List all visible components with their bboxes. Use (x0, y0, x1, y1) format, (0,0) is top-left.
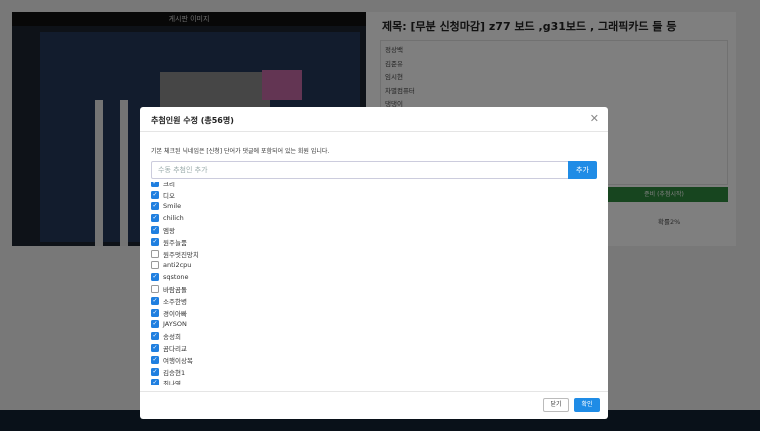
checkbox-checked[interactable]: ✓ (151, 190, 159, 199)
candidate-name: sqstone (163, 273, 189, 282)
modal-description: 기본 체크된 닉네임은 [신청] 단어가 댓글에 포함되어 있는 회원 입니다. (151, 148, 330, 155)
manual-add-input[interactable] (151, 161, 569, 179)
candidate-name: chilich (163, 214, 184, 223)
candidate-row[interactable]: ✓ 여행이상복 (151, 354, 597, 366)
modal-footer: 닫기 확인 (140, 391, 608, 419)
checkbox-checked[interactable]: ✓ (151, 273, 159, 282)
checkbox-checked[interactable]: ✓ (151, 332, 159, 341)
candidate-row[interactable]: ✓ 경이아빠 (151, 307, 597, 319)
candidate-name: 바람곰돌 (163, 286, 187, 295)
checkbox-checked[interactable]: ✓ (151, 182, 159, 187)
checkbox-checked[interactable]: ✓ (151, 202, 159, 211)
add-button[interactable]: 추가 (568, 161, 597, 179)
checkmark-icon: ✓ (152, 237, 158, 245)
close-icon[interactable]: ✕ (590, 112, 599, 125)
candidate-name: 엠왕 (163, 227, 175, 236)
candidate-row[interactable]: ✓ 원주늘품 (151, 236, 597, 248)
checkbox-checked[interactable]: ✓ (151, 344, 159, 353)
checkmark-icon: ✓ (152, 367, 158, 375)
candidate-row[interactable]: ✓ sqstone (151, 271, 597, 283)
checkbox-unchecked[interactable] (151, 285, 159, 294)
confirm-button[interactable]: 확인 (574, 398, 600, 412)
checkmark-icon: ✓ (152, 214, 158, 222)
candidate-row[interactable]: ✓ 김승현1 (151, 366, 597, 378)
checkbox-unchecked[interactable] (151, 249, 159, 258)
checkmark-icon: ✓ (152, 320, 158, 328)
checkbox-checked[interactable]: ✓ (151, 296, 159, 305)
candidate-row[interactable]: ✓ 곰다리교 (151, 342, 597, 354)
candidate-row[interactable]: ✓ 송성희 (151, 330, 597, 342)
candidate-row[interactable]: ✓ 소주한병 (151, 295, 597, 307)
candidate-row[interactable]: ✓ 크리 (151, 182, 597, 189)
modal-header: 추첨인원 수정 (총56명) ✕ (140, 107, 608, 132)
checkmark-icon: ✓ (152, 379, 158, 385)
edit-participants-modal: 추첨인원 수정 (총56명) ✕ 기본 체크된 닉네임은 [신청] 단어가 댓글… (140, 107, 608, 419)
candidate-name: 경이아빠 (163, 309, 187, 318)
checkmark-icon: ✓ (152, 308, 158, 316)
modal-title: 추첨인원 수정 (총56명) (151, 116, 234, 125)
candidate-name: 송성희 (163, 333, 181, 342)
checkmark-icon: ✓ (152, 296, 158, 304)
checkmark-icon: ✓ (152, 182, 158, 186)
candidate-name: JAYSON (163, 320, 187, 329)
candidate-name: 원주멋진망치 (163, 250, 199, 259)
candidate-name: 크리 (163, 182, 175, 188)
candidate-name: 곰다리교 (163, 345, 187, 354)
checkmark-icon: ✓ (152, 202, 158, 210)
checkmark-icon: ✓ (152, 190, 158, 198)
candidate-name: 원주늘품 (163, 238, 187, 247)
checkmark-icon: ✓ (152, 226, 158, 234)
candidate-list[interactable]: ✓ 크리 ✓ 디오 ✓ Smile ✓ chilich ✓ 엠왕 ✓ 원주늘품원주멋진망치 anti2c… (151, 182, 597, 385)
candidate-name: anti2cpu (163, 261, 192, 270)
checkmark-icon: ✓ (152, 355, 158, 363)
candidate-name: 디오 (163, 191, 175, 200)
candidate-row[interactable]: ✓ 최나영 (151, 378, 597, 385)
candidate-name: 소주한병 (163, 297, 187, 306)
candidate-row[interactable]: ✓ 엠왕 (151, 224, 597, 236)
close-button[interactable]: 닫기 (543, 398, 569, 412)
checkbox-checked[interactable]: ✓ (151, 226, 159, 235)
candidate-row[interactable]: anti2cpu (151, 260, 597, 272)
checkmark-icon: ✓ (152, 344, 158, 352)
candidate-row[interactable]: ✓ chilich (151, 212, 597, 224)
candidate-name: 여행이상복 (163, 356, 193, 365)
candidate-row[interactable]: ✓ Smile (151, 201, 597, 213)
checkbox-checked[interactable]: ✓ (151, 379, 159, 385)
candidate-name: 김승현1 (163, 368, 186, 377)
checkbox-checked[interactable]: ✓ (151, 320, 159, 329)
checkmark-icon: ✓ (152, 273, 158, 281)
candidate-row[interactable]: ✓ 디오 (151, 189, 597, 201)
checkbox-checked[interactable]: ✓ (151, 237, 159, 246)
candidate-row[interactable]: 원주멋진망치 (151, 248, 597, 260)
checkbox-checked[interactable]: ✓ (151, 308, 159, 317)
checkbox-checked[interactable]: ✓ (151, 214, 159, 223)
checkbox-checked[interactable]: ✓ (151, 355, 159, 364)
candidate-row[interactable]: 바람곰돌 (151, 283, 597, 295)
candidate-name: Smile (163, 202, 182, 211)
checkbox-checked[interactable]: ✓ (151, 367, 159, 376)
checkbox-unchecked[interactable] (151, 261, 159, 270)
candidate-row[interactable]: ✓ JAYSON (151, 319, 597, 331)
checkmark-icon: ✓ (152, 332, 158, 340)
candidate-name: 최나영 (163, 380, 181, 385)
